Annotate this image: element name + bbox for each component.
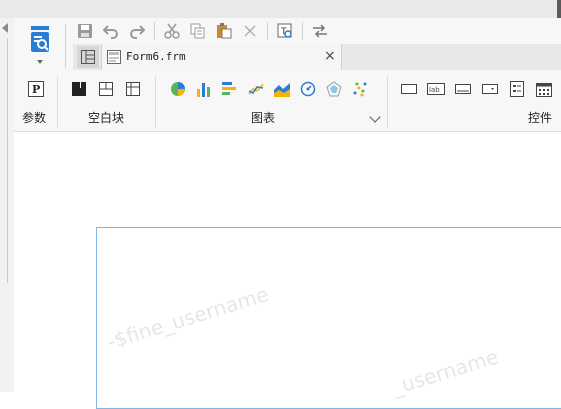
title-strip [0,0,561,18]
pie-chart-icon[interactable] [169,80,187,98]
layout-grid-icon[interactable] [77,46,99,68]
left-panel[interactable] [0,18,15,392]
undo-icon[interactable] [102,22,120,40]
paste-icon[interactable] [215,22,233,40]
tab-close-button[interactable]: × [324,48,336,64]
tree-control-icon[interactable] [508,80,526,98]
tab-form6[interactable]: Form6.frm × [101,44,342,70]
window-edge [557,0,561,18]
copy-icon[interactable] [189,22,207,40]
tab-label: Form6.frm [126,50,186,63]
group-label-blank-block: 空白块 [88,111,125,125]
bar-chart-icon[interactable] [195,80,213,98]
redo-icon[interactable] [128,22,146,40]
preview-button[interactable] [30,26,50,54]
cut-icon[interactable] [163,22,181,40]
absolute-block-icon[interactable] [70,80,88,98]
group-label-control: 控件 [528,111,553,125]
ribbon-separator [387,76,388,128]
horizontal-bar-chart-icon[interactable] [221,80,239,98]
form-file-icon [107,50,121,67]
preview-dropdown-icon[interactable] [37,60,43,64]
preview-icon [31,26,49,52]
left-panel-divider [7,38,8,283]
tab-block-icon[interactable] [97,80,115,98]
ribbon-separator [57,76,58,128]
parameter-icon[interactable]: P [27,80,45,98]
designer-toolbar: T Form6.frm × P 参数 空白块 图表 lab 控件 [14,18,561,132]
group-label-parameter: 参数 [22,111,47,125]
dropdown-control-icon[interactable] [481,80,499,98]
parameter-icon-text: P [32,83,40,96]
toolbar-separator [302,22,303,40]
document-tab-strip: Form6.frm × [73,44,561,70]
save-icon[interactable] [76,22,94,40]
grid-block-icon[interactable] [124,80,142,98]
chart-expand-icon[interactable] [369,111,381,123]
label-control-icon[interactable]: lab [427,80,445,98]
date-control-icon[interactable] [535,80,553,98]
label-control-text: lab [429,86,440,94]
toolbar-separator [65,24,66,68]
area-chart-icon[interactable] [273,80,291,98]
radar-chart-icon[interactable] [325,80,343,98]
scatter-chart-icon[interactable] [351,80,369,98]
group-label-chart: 图表 [251,111,276,125]
toolbar-separator [154,22,155,40]
delete-icon[interactable] [241,22,259,40]
ribbon-separator [155,76,156,128]
toolbar-separator [267,22,268,40]
text-field-control-icon[interactable] [454,80,472,98]
line-chart-icon[interactable] [247,80,265,98]
button-control-icon[interactable] [400,80,418,98]
switch-icon[interactable] [311,22,329,40]
template-icon[interactable]: T [276,22,294,40]
collapse-left-icon[interactable] [2,23,8,33]
gauge-chart-icon[interactable] [299,80,317,98]
